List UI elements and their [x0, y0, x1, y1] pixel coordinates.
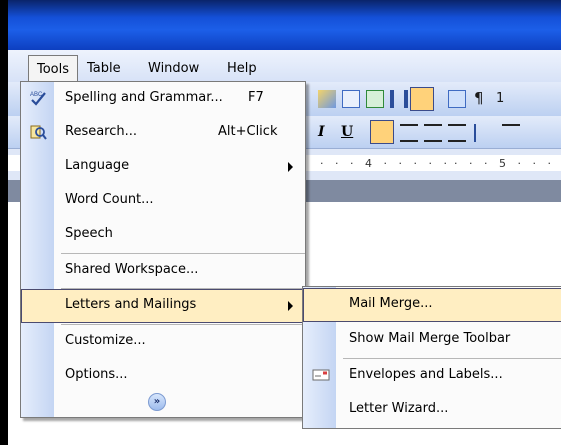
menu-item-label: Letters and Mailings [65, 297, 197, 312]
menu-item-research[interactable]: Research... Alt+Click [21, 116, 305, 150]
menu-item-shared-workspace[interactable]: Shared Workspace... [21, 254, 305, 288]
menu-item-label: Speech [65, 226, 113, 241]
menu-help[interactable]: Help [227, 60, 257, 78]
underline-button[interactable]: U [341, 124, 353, 140]
align-left-icon[interactable] [370, 120, 394, 144]
menu-item-letters-and-mailings[interactable]: Letters and Mailings [21, 289, 305, 323]
title-bar [8, 0, 561, 50]
submenu-item-label: Letter Wizard... [349, 401, 449, 416]
menu-item-language[interactable]: Language [21, 150, 305, 184]
menu-item-spelling[interactable]: ABC Spelling and Grammar... F7 [21, 82, 305, 116]
drawing-icon[interactable] [318, 90, 336, 108]
menu-item-label: Spelling and Grammar... [65, 90, 223, 105]
menu-item-shortcut: F7 [248, 90, 264, 105]
document-map-icon[interactable] [448, 90, 466, 108]
numbering-icon[interactable] [502, 124, 520, 142]
submenu-item-label: Envelopes and Labels... [349, 367, 503, 382]
menu-bar: Tools Table Window Help [8, 50, 561, 82]
zoom-value: 1 [496, 91, 505, 106]
menu-item-label: Customize... [65, 333, 146, 348]
menu-item-label: Shared Workspace... [65, 262, 199, 277]
insert-excel-icon[interactable] [366, 90, 384, 108]
justify-icon[interactable] [448, 124, 466, 142]
tools-menu: ABC Spelling and Grammar... F7 Research.… [20, 81, 306, 418]
menu-item-word-count[interactable]: Word Count... [21, 184, 305, 218]
ruler-mark-5: · · · 5 · · · [454, 157, 555, 170]
align-right-icon[interactable] [424, 124, 442, 142]
menu-window-label: Window [148, 61, 200, 76]
insert-table-icon[interactable] [342, 90, 360, 108]
menu-item-customize[interactable]: Customize... [21, 325, 305, 359]
drawing-toolbar-icon[interactable] [410, 87, 434, 111]
submenu-item-label: Show Mail Merge Toolbar [349, 331, 511, 346]
menu-table-label: Table [87, 61, 121, 76]
menu-tools[interactable]: Tools [28, 55, 79, 82]
menu-item-options[interactable]: Options... [21, 359, 305, 393]
menu-table[interactable]: Table [87, 60, 121, 78]
submenu-arrow-icon [288, 162, 293, 172]
ruler-mark-4: · · · 4 · · · · · [320, 157, 451, 170]
submenu-item-mail-merge[interactable]: Mail Merge... [303, 288, 561, 322]
envelope-icon [312, 369, 330, 381]
research-icon [30, 125, 47, 140]
double-chevron-down-icon[interactable]: » [148, 393, 166, 411]
submenu-arrow-icon [288, 301, 293, 311]
align-center-icon[interactable] [400, 124, 418, 142]
line-spacing-icon[interactable] [474, 124, 492, 142]
menu-item-label: Word Count... [65, 192, 154, 207]
submenu-item-letter-wizard[interactable]: Letter Wizard... [303, 393, 561, 427]
menu-window[interactable]: Window [148, 60, 199, 78]
submenu-item-envelopes-and-labels[interactable]: Envelopes and Labels... [303, 359, 561, 393]
show-hide-formatting-icon[interactable]: ¶ [474, 89, 484, 107]
italic-label: I [318, 124, 325, 140]
menu-item-label: Options... [65, 367, 128, 382]
submenu-item-show-mail-merge-toolbar[interactable]: Show Mail Merge Toolbar [303, 323, 561, 357]
zoom-box[interactable]: 1 [496, 91, 504, 106]
underline-label: U [341, 124, 354, 140]
submenu-item-label: Mail Merge... [349, 296, 433, 311]
letters-and-mailings-submenu: Mail Merge... Show Mail Merge Toolbar En… [302, 286, 561, 429]
menu-item-speech[interactable]: Speech [21, 218, 305, 252]
menu-item-shortcut: Alt+Click [218, 124, 278, 139]
pilcrow-label: ¶ [474, 89, 484, 107]
menu-tools-label: Tools [37, 62, 70, 77]
italic-button[interactable]: I [318, 124, 325, 140]
spelling-icon: ABC [30, 92, 46, 106]
menu-help-label: Help [227, 61, 257, 76]
menu-item-label: Language [65, 158, 130, 173]
menu-item-label: Research... [65, 124, 138, 139]
columns-icon[interactable] [390, 90, 408, 108]
